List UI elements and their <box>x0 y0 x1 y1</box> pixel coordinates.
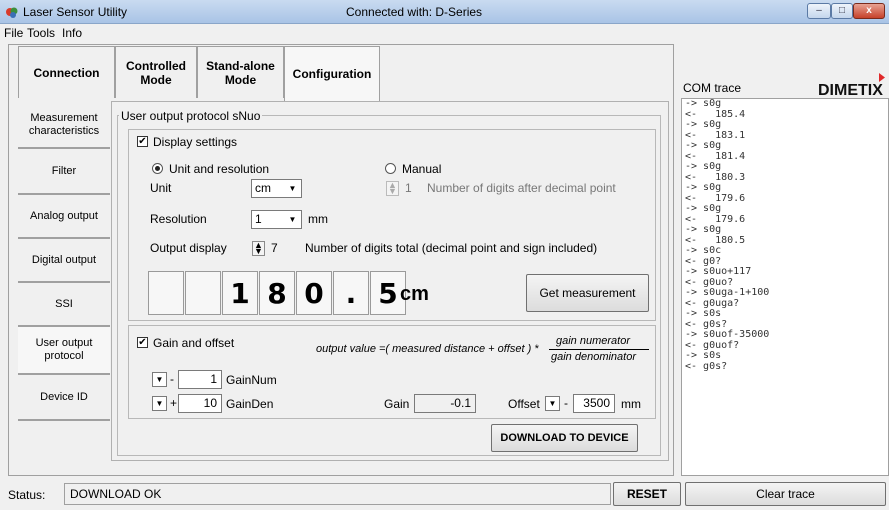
trace-line: -> s0g <box>685 161 722 172</box>
tab-connection[interactable]: Connection <box>18 46 115 98</box>
connection-status: Connected with: D-Series <box>346 5 483 19</box>
com-trace-title: COM trace <box>683 81 742 95</box>
formula-denominator: gain denominator <box>551 351 637 363</box>
formula-numerator: gain numerator <box>556 335 630 347</box>
sidetab-analog-output[interactable]: Analog output <box>18 195 110 239</box>
gain-num-label: GainNum <box>226 373 277 387</box>
offset-label: Offset <box>508 397 540 411</box>
output-display-label: Output display <box>150 241 227 255</box>
trace-line: -> s0g <box>685 119 722 130</box>
close-button[interactable]: x <box>853 3 885 19</box>
manual-label: Manual <box>402 162 442 176</box>
trace-line: -> s0g <box>685 182 722 193</box>
unit-select[interactable]: cm ▼ <box>251 179 302 198</box>
manual-radio[interactable] <box>385 163 396 174</box>
gain-num-sign-dropdown[interactable]: ▼ <box>152 372 167 387</box>
fraction-line <box>549 349 649 350</box>
menu-tools[interactable]: Tools <box>27 26 55 40</box>
gain-den-sign-dropdown[interactable]: ▼ <box>152 396 167 411</box>
sidetab-measurement-characteristics[interactable]: Measurement characteristics <box>18 103 110 149</box>
reset-button[interactable]: RESET <box>613 482 681 506</box>
maximize-button[interactable]: □ <box>831 3 853 19</box>
get-measurement-button[interactable]: Get measurement <box>526 274 649 312</box>
dimetix-logo: DIMETIX <box>818 73 885 99</box>
trace-line: -> s0c <box>685 245 722 256</box>
unit-resolution-radio[interactable] <box>152 163 163 174</box>
trace-line: -> s0g <box>685 224 722 235</box>
display-unit: cm <box>400 283 429 305</box>
trace-line: -> s0uo+117 <box>685 266 752 277</box>
chevron-down-icon: ▼ <box>288 184 297 193</box>
gain-value: -0.1 <box>414 394 476 413</box>
trace-line: <- g0s? <box>685 360 728 372</box>
output-display-spinner[interactable]: ▲ ▼ <box>252 241 265 256</box>
output-display-desc: Number of digits total (decimal point an… <box>305 241 598 255</box>
sidetab-ssi[interactable]: SSI <box>18 283 110 327</box>
manual-digits-label: Number of digits after decimal point <box>427 181 616 195</box>
status-label: Status: <box>8 488 46 502</box>
sidetab-digital-output[interactable]: Digital output <box>18 239 110 283</box>
gain-num-field[interactable]: 1 <box>178 370 222 389</box>
trace-line: -> s0uga-1+100 <box>685 287 770 298</box>
formula-text: output value =( measured distance + offs… <box>316 343 539 355</box>
digit-display: . <box>333 271 369 315</box>
trace-line: -> s0g <box>685 140 722 151</box>
digit-display <box>185 271 221 315</box>
gain-offset-checkbox[interactable]: ✔ <box>137 337 148 348</box>
trace-line: -> s0uof-35000 <box>685 329 770 340</box>
menu-file[interactable]: File <box>4 26 23 40</box>
protocol-group-title: User output protocol sNuo <box>119 109 263 123</box>
manual-digits-spinner[interactable]: ▲ ▼ <box>386 181 399 196</box>
download-to-device-button[interactable]: DOWNLOAD TO DEVICE <box>491 424 638 452</box>
chevron-down-icon: ▼ <box>288 215 297 224</box>
digit-display: 0 <box>296 271 332 315</box>
offset-field[interactable]: 3500 <box>573 394 615 413</box>
menu-bar: File Tools Info <box>0 24 889 42</box>
offset-sign-dropdown[interactable]: ▼ <box>545 396 560 411</box>
app-icon <box>6 7 18 18</box>
tab-configuration[interactable]: Configuration <box>284 46 380 101</box>
digit-display <box>148 271 184 315</box>
window-title: Laser Sensor Utility <box>23 5 128 19</box>
resolution-label: Resolution <box>150 212 207 226</box>
unit-label: Unit <box>150 181 172 195</box>
sidetab-filter[interactable]: Filter <box>18 149 110 195</box>
gain-den-field[interactable]: 10 <box>178 394 222 413</box>
gain-den-sign: + <box>170 396 178 410</box>
output-display-value: 7 <box>271 241 278 255</box>
trace-line: -> s0s <box>685 350 722 361</box>
trace-line: -> s0g <box>685 98 722 109</box>
digit-display: 1 <box>222 271 258 315</box>
trace-line: -> s0g <box>685 203 722 214</box>
sidetab-user-output-protocol[interactable]: User output protocol <box>18 327 110 375</box>
title-bar: Laser Sensor Utility Connected with: D-S… <box>0 0 889 24</box>
minimize-button[interactable]: – <box>807 3 831 19</box>
offset-sign: - <box>564 396 568 410</box>
gain-num-sign: - <box>170 372 174 386</box>
status-value: DOWNLOAD OK <box>64 483 611 505</box>
offset-unit: mm <box>621 397 641 411</box>
tab-controlled-mode[interactable]: Controlled Mode <box>115 46 197 98</box>
trace-line: -> s0s <box>685 308 722 319</box>
clear-trace-button[interactable]: Clear trace <box>685 482 886 506</box>
resolution-select[interactable]: 1 ▼ <box>251 210 302 229</box>
com-trace-log[interactable]: -> s0g <- 185.4 -> s0g <- 183.1 -> s0g <- 181… <box>681 98 889 476</box>
gain-offset-label: Gain and offset <box>153 336 235 350</box>
tab-standalone-mode[interactable]: Stand-alone Mode <box>197 46 284 98</box>
resolution-unit: mm <box>308 212 328 226</box>
menu-info[interactable]: Info <box>62 26 82 40</box>
svg-text:DIMETIX: DIMETIX <box>818 82 883 99</box>
unit-resolution-label: Unit and resolution <box>169 162 270 176</box>
digit-display: 8 <box>259 271 295 315</box>
gain-label: Gain <box>384 397 410 411</box>
manual-digits-value: 1 <box>405 181 412 195</box>
display-settings-label: Display settings <box>153 135 238 149</box>
sidetab-device-id[interactable]: Device ID <box>18 375 110 421</box>
display-settings-checkbox[interactable]: ✔ <box>137 136 148 147</box>
gain-den-label: GainDen <box>226 397 274 411</box>
